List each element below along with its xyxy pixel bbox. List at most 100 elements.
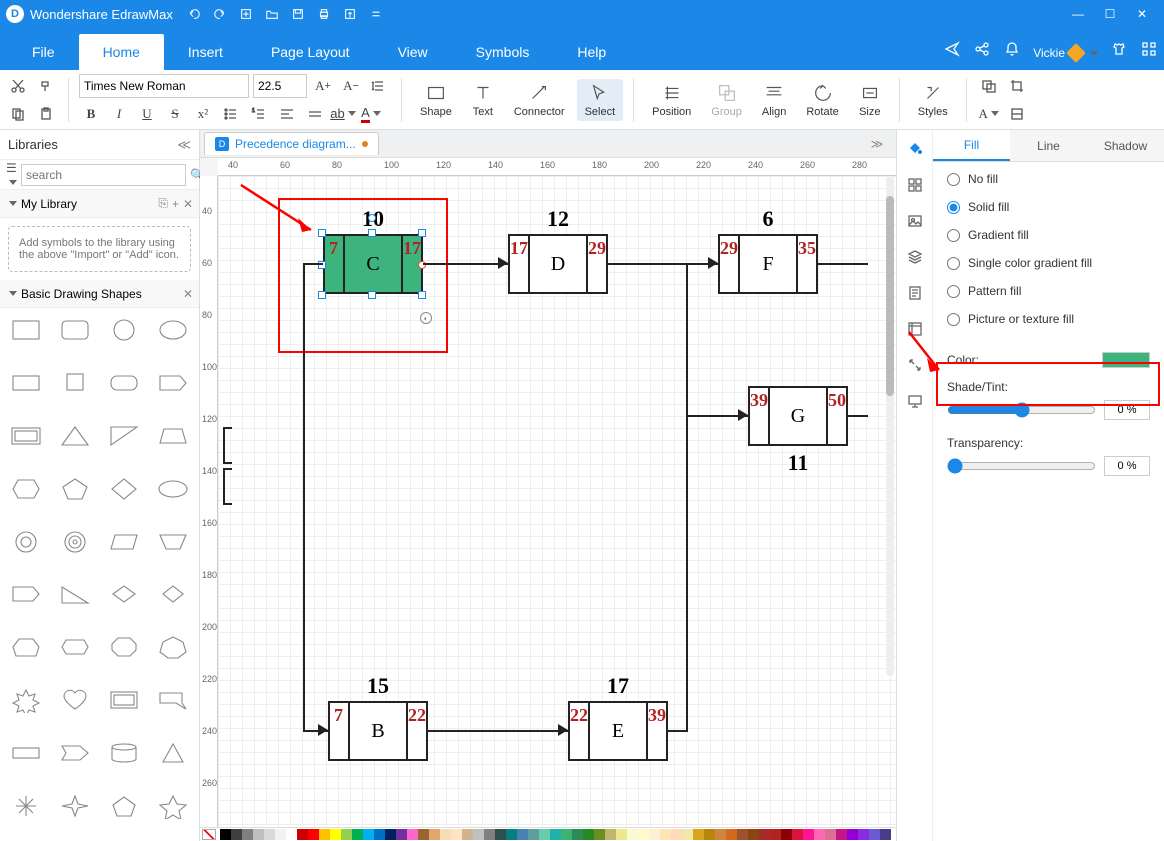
tab-line[interactable]: Line xyxy=(1010,130,1087,161)
maximize-button[interactable]: ☐ xyxy=(1094,7,1126,21)
shape-pentagon[interactable] xyxy=(53,471,98,507)
palette-swatch[interactable] xyxy=(748,829,759,840)
palette-swatch[interactable] xyxy=(297,829,308,840)
shape-rect[interactable] xyxy=(4,312,49,348)
shape-octagon[interactable] xyxy=(102,629,147,665)
open-icon[interactable] xyxy=(261,3,283,25)
shape-slab[interactable] xyxy=(4,735,49,771)
palette-swatch[interactable] xyxy=(616,829,627,840)
palette-swatch[interactable] xyxy=(880,829,891,840)
styles-tool[interactable]: Styles xyxy=(910,79,956,121)
close-button[interactable]: ✕ xyxy=(1126,7,1158,21)
node-f[interactable]: 6 F 29 35 xyxy=(718,234,818,294)
decrease-font-icon[interactable]: A− xyxy=(339,74,363,98)
palette-swatch[interactable] xyxy=(440,829,451,840)
palette-swatch[interactable] xyxy=(814,829,825,840)
menu-view[interactable]: View xyxy=(374,34,452,70)
shape-callout[interactable] xyxy=(150,682,195,718)
shape-star4[interactable] xyxy=(53,788,98,824)
shape-chevron[interactable] xyxy=(102,576,147,612)
crop-icon[interactable] xyxy=(1005,74,1029,98)
rtab-layers-icon[interactable] xyxy=(902,244,928,270)
connector-tool[interactable]: Connector xyxy=(506,79,573,121)
menu-insert[interactable]: Insert xyxy=(164,34,247,70)
collapse-left-icon[interactable]: ≪ xyxy=(177,137,191,153)
transparency-slider[interactable] xyxy=(947,458,1096,474)
rtab-dimension-icon[interactable] xyxy=(902,316,928,342)
mylibrary-section[interactable]: My Library xyxy=(21,197,77,211)
shade-value[interactable] xyxy=(1104,400,1150,420)
font-color-icon[interactable]: A xyxy=(359,102,383,126)
shape-tool[interactable]: Shape xyxy=(412,79,460,121)
shape-can[interactable] xyxy=(102,735,147,771)
radio-solid[interactable]: Solid fill xyxy=(947,200,1150,214)
sel-handle-ne[interactable] xyxy=(418,229,426,237)
palette-swatch[interactable] xyxy=(495,829,506,840)
palette-swatch[interactable] xyxy=(407,829,418,840)
palette-swatch[interactable] xyxy=(473,829,484,840)
radio-single[interactable]: Single color gradient fill xyxy=(947,256,1150,270)
share-icon[interactable] xyxy=(967,41,997,70)
shape-triangle[interactable] xyxy=(53,418,98,454)
user-menu[interactable]: Vickie xyxy=(1027,46,1104,70)
palette-swatch[interactable] xyxy=(759,829,770,840)
tab-fill[interactable]: Fill xyxy=(933,130,1010,161)
shape-rounded-rect[interactable] xyxy=(53,312,98,348)
palette-swatch[interactable] xyxy=(231,829,242,840)
palette-swatch[interactable] xyxy=(429,829,440,840)
palette-swatch[interactable] xyxy=(286,829,297,840)
bell-icon[interactable] xyxy=(997,41,1027,70)
palette-swatch[interactable] xyxy=(792,829,803,840)
import-lib-icon[interactable]: ⎘ xyxy=(158,196,168,211)
palette-swatch[interactable] xyxy=(715,829,726,840)
rtab-grid-icon[interactable] xyxy=(902,172,928,198)
align-tool[interactable]: Align xyxy=(754,79,794,121)
align-v-icon[interactable] xyxy=(303,102,327,126)
palette-swatch[interactable] xyxy=(627,829,638,840)
color-palette[interactable] xyxy=(200,827,896,841)
close-shapes-icon[interactable]: ✕ xyxy=(183,287,193,301)
line-spacing-icon[interactable] xyxy=(367,74,391,98)
format-painter-icon[interactable] xyxy=(34,74,58,98)
shape-right-tri[interactable] xyxy=(102,418,147,454)
shape-pent2[interactable] xyxy=(102,788,147,824)
shape-hept2[interactable] xyxy=(150,629,195,665)
menu-file[interactable]: File xyxy=(8,34,79,70)
node-d[interactable]: 12 D 17 29 xyxy=(508,234,608,294)
palette-swatch[interactable] xyxy=(660,829,671,840)
shape-parallelogram[interactable] xyxy=(102,524,147,560)
sel-handle-s[interactable] xyxy=(368,291,376,299)
palette-swatch[interactable] xyxy=(682,829,693,840)
tab-shadow[interactable]: Shadow xyxy=(1087,130,1164,161)
paste-icon[interactable] xyxy=(34,102,58,126)
shape-hex2[interactable] xyxy=(53,629,98,665)
color-swatch[interactable] xyxy=(1102,352,1150,368)
canvas-scrollbar[interactable] xyxy=(886,176,894,676)
shape-trapezoid[interactable] xyxy=(150,418,195,454)
palette-swatch[interactable] xyxy=(264,829,275,840)
minimize-button[interactable]: — xyxy=(1062,7,1094,21)
rtab-present-icon[interactable] xyxy=(902,388,928,414)
rotate-handle[interactable] xyxy=(368,214,376,222)
node-g[interactable]: G 39 50 11 xyxy=(748,386,848,446)
palette-swatch[interactable] xyxy=(330,829,341,840)
menu-help[interactable]: Help xyxy=(553,34,630,70)
superscript-button[interactable]: x² xyxy=(191,102,215,126)
numbering-icon[interactable]: 1 xyxy=(247,102,271,126)
palette-swatch[interactable] xyxy=(220,829,231,840)
shape-hexagon[interactable] xyxy=(4,471,49,507)
palette-swatch[interactable] xyxy=(352,829,363,840)
cut-icon[interactable] xyxy=(6,74,30,98)
palette-swatch[interactable] xyxy=(462,829,473,840)
palette-swatch[interactable] xyxy=(396,829,407,840)
rtab-page-icon[interactable] xyxy=(902,280,928,306)
palette-nofill[interactable] xyxy=(202,829,216,840)
palette-swatch[interactable] xyxy=(594,829,605,840)
shape-square[interactable] xyxy=(53,365,98,401)
shape-circle[interactable] xyxy=(102,312,147,348)
palette-swatch[interactable] xyxy=(253,829,264,840)
shape-diamond2[interactable] xyxy=(150,576,195,612)
shape-frame[interactable] xyxy=(4,418,49,454)
search-input[interactable] xyxy=(21,164,186,186)
palette-swatch[interactable] xyxy=(836,829,847,840)
